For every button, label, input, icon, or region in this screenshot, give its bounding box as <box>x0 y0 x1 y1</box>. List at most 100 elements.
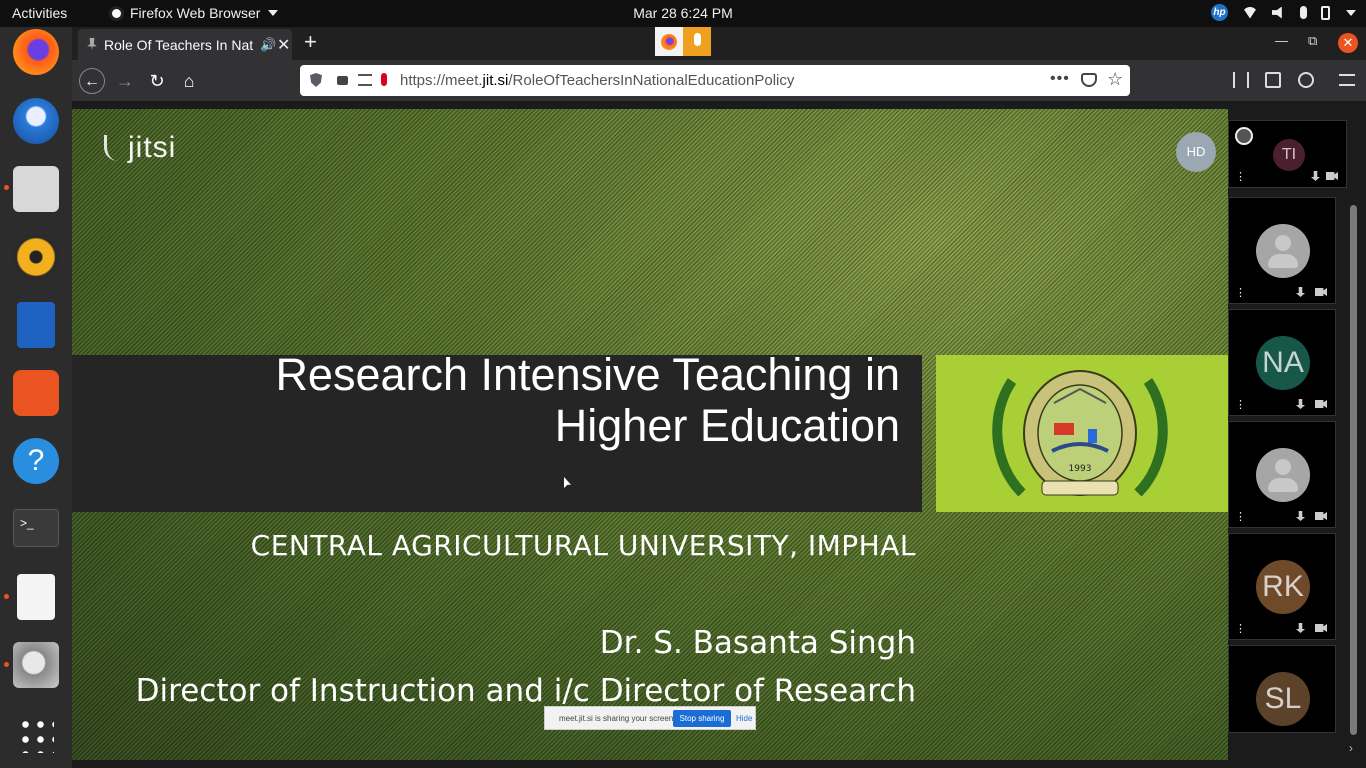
filmstrip-scrollbar[interactable] <box>1350 205 1357 735</box>
default-avatar-icon <box>1256 448 1310 502</box>
minimize-icon[interactable]: — <box>1275 33 1288 48</box>
home-button[interactable]: ⌂ <box>176 68 202 94</box>
sharing-message: meet.jit.si is sharing your screen. <box>559 714 676 723</box>
mic-muted-icon <box>1296 287 1305 297</box>
libreoffice-impress-icon[interactable] <box>17 302 55 348</box>
mic-muted-icon <box>1296 399 1305 409</box>
participant-tile[interactable]: TI ⋮ <box>1228 120 1347 188</box>
jitsi-logo[interactable]: jitsi <box>104 131 176 165</box>
running-indicator <box>4 185 9 190</box>
sidebar-icon[interactable] <box>1265 72 1281 88</box>
navigation-toolbar: ← → ↻ ⌂ https://meet.jit.si/RoleOfTeache… <box>72 60 1366 101</box>
sharing-indicator[interactable] <box>655 27 711 56</box>
more-options-icon[interactable]: ⋮ <box>1235 624 1246 635</box>
system-top-bar: Activities Firefox Web Browser Mar 28 6:… <box>0 0 1366 27</box>
camera-off-icon <box>1315 288 1327 296</box>
default-avatar-icon <box>1256 224 1310 278</box>
university-name: CENTRAL AGRICULTURAL UNIVERSITY, IMPHAL <box>250 529 916 562</box>
dominant-speaker-avatar[interactable]: HD <box>1176 132 1216 172</box>
jitsi-favicon-icon <box>87 38 97 50</box>
firefox-icon[interactable] <box>13 29 59 75</box>
camera-off-icon <box>1315 400 1327 408</box>
files-icon[interactable] <box>13 166 59 212</box>
system-menu-icon[interactable] <box>1346 9 1356 16</box>
speaker-name: Dr. S. Basanta Singh <box>599 625 916 661</box>
close-tab-icon[interactable]: ✕ <box>277 35 290 55</box>
participant-avatar: RK <box>1256 560 1310 614</box>
firefox-sharing-icon <box>655 27 683 56</box>
more-options-icon[interactable]: ⋮ <box>1235 172 1246 183</box>
slide-title-band: Research Intensive Teaching in Higher Ed… <box>72 349 922 512</box>
more-options-icon[interactable]: ⋮ <box>1235 288 1246 299</box>
battery-icon[interactable] <box>1321 5 1330 20</box>
rhythmbox-icon[interactable] <box>13 234 59 280</box>
more-options-icon[interactable]: ⋮ <box>1235 512 1246 523</box>
camera-off-icon <box>1315 512 1327 520</box>
running-indicator <box>4 594 9 599</box>
slide-title-line2: Higher Education <box>554 400 900 451</box>
library-icon[interactable] <box>1233 72 1249 88</box>
lock-icon[interactable] <box>337 76 348 85</box>
participant-tile[interactable]: RK ⋮ <box>1228 533 1336 640</box>
new-tab-button[interactable]: + <box>304 31 317 53</box>
more-options-icon[interactable]: ⋮ <box>1235 400 1246 411</box>
window-close-icon[interactable]: ✕ <box>1338 33 1358 53</box>
text-editor-icon[interactable] <box>17 574 55 620</box>
participant-tile[interactable]: NA ⋮ <box>1228 309 1336 416</box>
mic-permission-icon[interactable] <box>381 73 387 86</box>
help-icon[interactable]: ? <box>13 438 59 484</box>
speaker-role: Director of Instruction and i/c Director… <box>135 673 916 709</box>
participant-tile[interactable]: ⋮ <box>1228 197 1336 304</box>
screenshot-icon[interactable] <box>13 642 59 688</box>
show-applications-icon[interactable] <box>18 717 54 753</box>
mic-muted-icon <box>1311 171 1320 181</box>
mic-sharing-icon <box>683 27 711 56</box>
terminal-icon[interactable]: >_ <box>13 509 59 547</box>
camera-off-icon <box>1315 624 1327 632</box>
tab-title: Role Of Teachers In National Education P… <box>104 37 254 53</box>
volume-icon[interactable] <box>1272 6 1282 19</box>
back-button[interactable]: ← <box>79 68 105 94</box>
url-bar[interactable]: https://meet.jit.si/RoleOfTeachersInNati… <box>300 65 1130 96</box>
participant-avatar: TI <box>1273 139 1305 171</box>
bookmark-star-icon[interactable]: ☆ <box>1107 69 1123 90</box>
scroll-down-icon[interactable]: › <box>1349 741 1353 755</box>
tab-audio-icon[interactable]: 🔊 <box>260 37 276 53</box>
mic-icon[interactable] <box>1300 6 1307 19</box>
participant-avatar: NA <box>1256 336 1310 390</box>
mic-muted-icon <box>1296 511 1305 521</box>
clock[interactable]: Mar 28 6:24 PM <box>0 5 1366 21</box>
shared-screen-stage[interactable]: jitsi HD Research Intensive Teaching in … <box>72 109 1228 760</box>
page-actions-icon[interactable]: ••• <box>1050 70 1070 88</box>
wifi-icon[interactable] <box>1242 6 1258 19</box>
slide-title: Research Intensive Teaching in Higher Ed… <box>100 349 900 451</box>
participant-filmstrip[interactable]: TI ⋮ ⋮ NA ⋮ ⋮ RK ⋮ SL › <box>1228 109 1366 768</box>
forward-button[interactable]: → <box>112 68 138 94</box>
url-text[interactable]: https://meet.jit.si/RoleOfTeachersInNati… <box>400 72 794 89</box>
university-logo-box: 1993 <box>936 355 1228 512</box>
tracking-shield-icon[interactable] <box>310 73 322 87</box>
pocket-icon[interactable] <box>1081 73 1097 87</box>
connection-indicator-icon[interactable] <box>1235 127 1253 145</box>
system-tray[interactable]: hp <box>1211 4 1356 21</box>
participant-tile[interactable]: ⋮ <box>1228 421 1336 528</box>
tab-strip: Role Of Teachers In National Education P… <box>72 27 1366 60</box>
hamburger-menu-icon[interactable] <box>1339 74 1355 86</box>
camera-off-icon <box>1326 172 1338 180</box>
thunderbird-icon[interactable] <box>13 98 59 144</box>
ubuntu-software-icon[interactable] <box>13 370 59 416</box>
participant-tile[interactable]: SL <box>1228 645 1336 733</box>
reload-button[interactable]: ↻ <box>144 68 170 94</box>
mic-muted-icon <box>1296 623 1305 633</box>
stop-sharing-button[interactable]: Stop sharing <box>673 710 731 727</box>
seal-year: 1993 <box>1069 464 1092 474</box>
screen-sharing-notification: meet.jit.si is sharing your screen. Stop… <box>544 706 756 730</box>
maximize-icon[interactable]: ⧉ <box>1308 33 1317 49</box>
account-icon[interactable] <box>1298 72 1314 88</box>
tab-active[interactable]: Role Of Teachers In National Education P… <box>78 29 292 60</box>
dock: ? >_ <box>0 27 72 768</box>
hp-icon[interactable]: hp <box>1211 4 1228 21</box>
hide-button[interactable]: Hide <box>736 714 752 723</box>
permissions-icon[interactable] <box>358 74 372 86</box>
slide-title-line1: Research Intensive Teaching in <box>275 349 900 400</box>
